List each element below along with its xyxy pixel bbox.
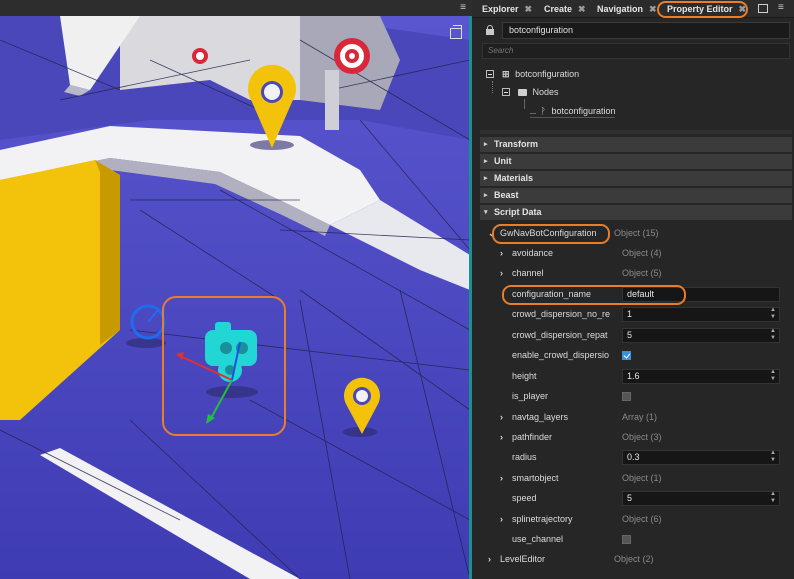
expand-arrow-icon: ▸ [484,175,488,182]
number-input[interactable]: 1 ▲ ▼ [622,307,780,322]
expand-arrow-icon: ▸ [484,141,488,148]
tree-nodes-folder[interactable]: Nodes [518,85,559,99]
property-channel[interactable]: › channel Object (5) [480,263,792,283]
tab-navigation[interactable]: Navigation ✖ [597,0,657,18]
section-script-data[interactable]: ▾ Script Data [480,205,792,220]
property-speed: speed 5 ▲ ▼ [480,488,792,508]
tab-bar: Explorer ✖ Create ✖ Navigation ✖ Property E… [472,0,794,18]
close-icon[interactable]: ✖ [649,4,657,14]
property-avoidance[interactable]: › avoidance Object (4) [480,243,792,263]
viewport-toolbar: ≡ [0,0,472,16]
tab-highlight-ring [657,1,748,18]
checkbox-checked[interactable] [622,351,631,360]
panel-splitter[interactable] [480,130,792,134]
spinner-icon[interactable]: ▲ ▼ [770,450,776,464]
property-is-player: is_player [480,386,792,406]
child-label: botconfiguration [551,106,616,116]
checkbox-unchecked[interactable] [622,392,631,401]
expand-chevron-icon[interactable]: › [500,468,503,488]
collapse-toggle[interactable] [502,88,510,96]
selection-highlight [162,296,286,436]
expand-chevron-icon[interactable]: › [500,263,503,283]
level-viewport[interactable]: ≡ [0,0,472,579]
property-use-channel: use_channel [480,529,792,549]
spinner-icon[interactable]: ▲ ▼ [770,369,776,383]
property-splinetrajectory[interactable]: › splinetrajectory Object (6) [480,509,792,529]
property-level-editor[interactable]: › LevelEditor Object (2) [480,549,792,569]
collapse-arrow-icon: ▾ [484,209,488,216]
lock-icon[interactable] [486,25,494,35]
tab-create[interactable]: Create ✖ [544,0,586,18]
tree-root[interactable]: ⊞ botconfiguration [502,67,579,81]
root-highlight-ring [492,224,610,244]
hierarchy-icon: ⊞ [502,69,510,79]
node-icon: ᚹ [540,106,546,116]
panel-menu-icon[interactable]: ≡ [778,2,784,13]
number-input[interactable]: 0.3 ▲ ▼ [622,450,780,465]
spinner-icon[interactable]: ▲ ▼ [770,491,776,505]
expand-arrow-icon: ▸ [484,158,488,165]
viewport-scene [0,0,472,579]
section-transform[interactable]: ▸ Transform [480,137,792,152]
property-value: Object (15) [614,228,659,238]
property-height: height 1.6 ▲ ▼ [480,366,792,386]
number-input[interactable]: 5 ▲ ▼ [622,328,780,343]
maximize-icon[interactable] [450,25,462,39]
expand-chevron-icon[interactable]: › [500,427,503,447]
tree-node-child[interactable]: ᚹ botconfiguration [530,104,616,118]
section-materials[interactable]: ▸ Materials [480,171,792,186]
expand-chevron-icon[interactable]: › [500,243,503,263]
undock-icon[interactable] [758,4,768,13]
property-pathfinder[interactable]: › pathfinder Object (3) [480,427,792,447]
tab-label: Explorer [482,4,519,14]
tab-explorer[interactable]: Explorer ✖ [482,0,532,18]
expand-chevron-icon[interactable]: › [488,549,491,569]
property-crowd-dispersion-repat: crowd_dispersion_repat 5 ▲ ▼ [480,325,792,345]
right-dock-panel: Explorer ✖ Create ✖ Navigation ✖ Property E… [472,0,794,579]
tree-root-label: botconfiguration [515,69,580,79]
object-name-field[interactable]: botconfiguration [502,22,790,39]
section-unit[interactable]: ▸ Unit [480,154,792,169]
property-enable-crowd-dispersio: enable_crowd_dispersio [480,345,792,365]
spinner-icon[interactable]: ▲ ▼ [770,328,776,342]
tab-label: Navigation [597,4,644,14]
tab-label: Create [544,4,573,14]
property-smartobject[interactable]: › smartobject Object (1) [480,468,792,488]
close-icon[interactable]: ✖ [525,4,533,14]
checkbox-unchecked[interactable] [622,535,631,544]
number-input[interactable]: 1.6 ▲ ▼ [622,369,780,384]
section-beast[interactable]: ▸ Beast [480,188,792,203]
configuration-highlight-ring [502,285,686,305]
red-target-marker-small [192,48,208,64]
folder-icon [518,89,527,97]
search-input[interactable]: Search [482,43,790,59]
viewport-menu-icon[interactable]: ≡ [460,2,466,13]
property-radius: radius 0.3 ▲ ▼ [480,447,792,467]
node-tree: ⊞ botconfiguration Nodes ᚹ botconfigurat… [480,63,790,129]
expand-chevron-icon[interactable]: › [500,407,503,427]
spinner-icon[interactable]: ▲ ▼ [770,307,776,321]
close-icon[interactable]: ✖ [578,4,586,14]
viewport-border [469,16,472,579]
collapse-toggle[interactable] [486,70,494,78]
folder-label: Nodes [532,87,559,97]
property-crowd-dispersion-no-re: crowd_dispersion_no_re 1 ▲ ▼ [480,304,792,324]
script-data-properties: ⌄ GwNavBotConfiguration Object (15) › av… [480,223,792,571]
number-input[interactable]: 5 ▲ ▼ [622,491,780,506]
expand-chevron-icon[interactable]: › [500,509,503,529]
property-navtag-layers[interactable]: › navtag_layers Array (1) [480,407,792,427]
expand-arrow-icon: ▸ [484,192,488,199]
